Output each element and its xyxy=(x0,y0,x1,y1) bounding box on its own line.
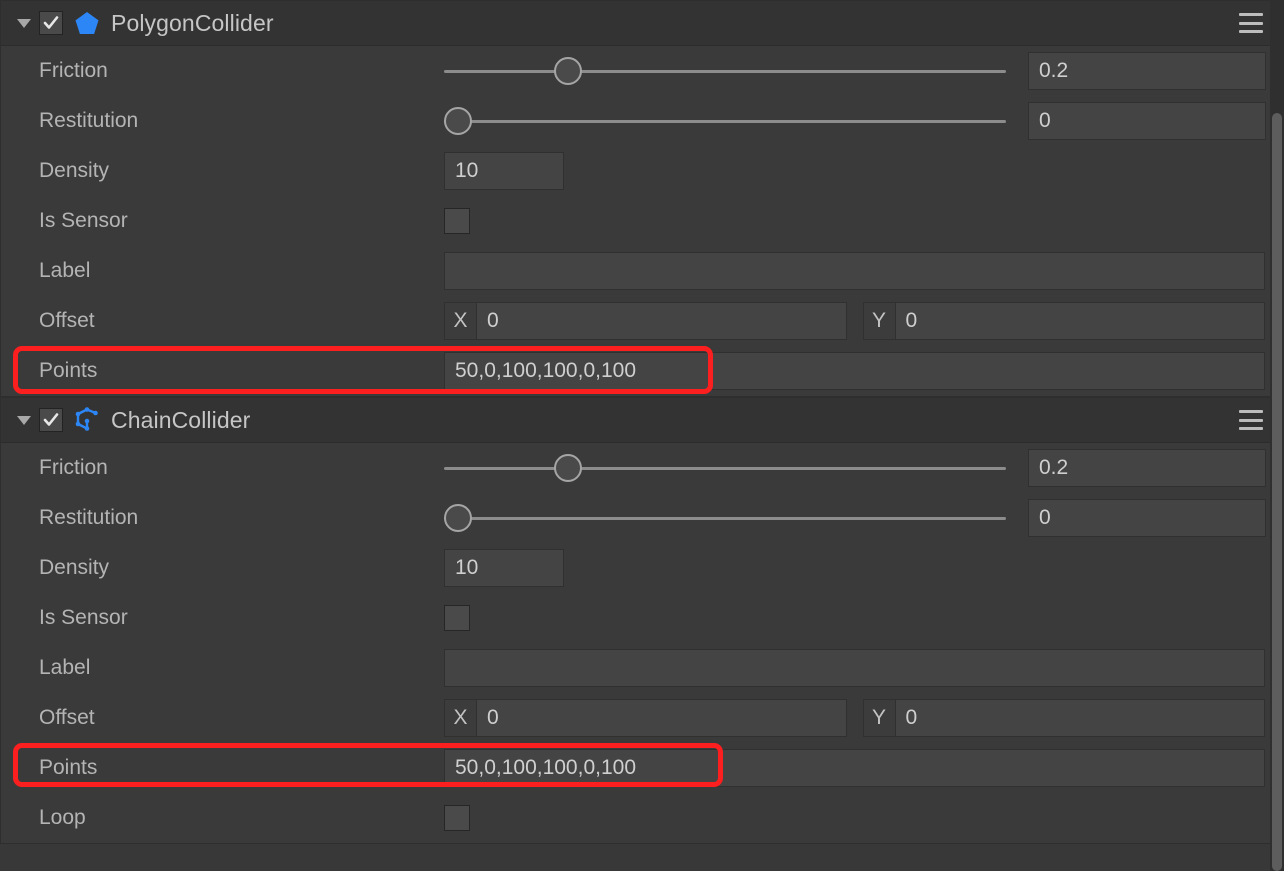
property-row-is-sensor: Is Sensor xyxy=(1,196,1283,246)
loop-checkbox[interactable] xyxy=(444,805,470,831)
offset-y-group[interactable]: Y 0 xyxy=(862,699,1265,737)
component-header-chain-collider[interactable]: ChainCollider xyxy=(1,398,1283,443)
hamburger-menu-icon[interactable] xyxy=(1239,410,1263,430)
property-row-points: Points 50,0,100,100,0,100 xyxy=(1,346,1283,396)
restitution-value-field[interactable]: 0 xyxy=(1028,102,1266,140)
property-control-friction: 0.2 xyxy=(444,443,1284,493)
property-control-is-sensor xyxy=(444,196,1283,246)
component-enabled-checkbox[interactable] xyxy=(39,408,63,432)
friction-slider[interactable] xyxy=(444,51,1006,91)
points-text-field[interactable]: 50,0,100,100,0,100 xyxy=(444,749,1265,787)
property-row-offset: Offset X 0 Y 0 xyxy=(1,693,1283,743)
property-control-offset: X 0 Y 0 xyxy=(444,296,1283,346)
friction-slider[interactable] xyxy=(444,448,1006,488)
property-label-label: Label xyxy=(39,656,91,679)
property-label-points: Points xyxy=(39,756,98,779)
property-control-loop xyxy=(444,793,1283,843)
restitution-slider[interactable] xyxy=(444,498,1006,538)
property-row-friction: Friction 0.2 xyxy=(1,46,1283,96)
inspector-panel: PolygonCollider Friction 0.2 Restitution xyxy=(0,0,1284,871)
component-chain-collider: ChainCollider Friction 0.2 Restitution 0… xyxy=(0,397,1284,844)
property-row-label: Label xyxy=(1,643,1283,693)
property-row-offset: Offset X 0 Y 0 xyxy=(1,296,1283,346)
slider-track xyxy=(444,120,1006,123)
component-title: PolygonCollider xyxy=(111,9,274,36)
property-row-is-sensor: Is Sensor xyxy=(1,593,1283,643)
offset-y-field[interactable]: 0 xyxy=(896,303,1265,339)
density-value-field[interactable]: 10 xyxy=(444,549,564,587)
friction-value-field[interactable]: 0.2 xyxy=(1028,449,1266,487)
slider-track xyxy=(444,70,1006,73)
friction-value-field[interactable]: 0.2 xyxy=(1028,52,1266,90)
chain-polyline-icon xyxy=(73,406,101,434)
points-text-field[interactable]: 50,0,100,100,0,100 xyxy=(444,352,1265,390)
property-control-points: 50,0,100,100,0,100 xyxy=(444,346,1283,396)
offset-y-group[interactable]: Y 0 xyxy=(862,302,1265,340)
component-title: ChainCollider xyxy=(111,406,251,433)
property-label-density: Density xyxy=(39,556,110,579)
slider-thumb[interactable] xyxy=(444,107,473,135)
property-row-points: Points 50,0,100,100,0,100 xyxy=(1,743,1283,793)
is-sensor-checkbox[interactable] xyxy=(444,208,470,234)
slider-thumb[interactable] xyxy=(553,57,582,85)
offset-x-group[interactable]: X 0 xyxy=(444,699,847,737)
hamburger-menu-icon[interactable] xyxy=(1239,13,1263,33)
property-row-restitution: Restitution 0 xyxy=(1,493,1283,543)
slider-track xyxy=(444,517,1006,520)
expand-collapse-triangle-icon[interactable] xyxy=(13,409,35,431)
offset-y-tag: Y xyxy=(863,700,896,736)
offset-x-tag: X xyxy=(445,303,477,339)
property-label-loop: Loop xyxy=(39,806,86,829)
property-label-friction: Friction xyxy=(39,456,108,479)
expand-collapse-triangle-icon[interactable] xyxy=(13,12,35,34)
slider-thumb[interactable] xyxy=(444,504,473,532)
slider-thumb[interactable] xyxy=(553,454,582,482)
property-label-friction: Friction xyxy=(39,59,108,82)
property-control-offset: X 0 Y 0 xyxy=(444,693,1283,743)
offset-y-tag: Y xyxy=(863,303,896,339)
vertical-scrollbar[interactable] xyxy=(1270,0,1284,871)
property-label-label: Label xyxy=(39,259,91,282)
property-label-restitution: Restitution xyxy=(39,109,139,132)
property-control-density: 10 xyxy=(444,146,1283,196)
slider-track xyxy=(444,467,1006,470)
property-row-density: Density 10 xyxy=(1,146,1283,196)
property-control-points: 50,0,100,100,0,100 xyxy=(444,743,1283,793)
offset-x-tag: X xyxy=(445,700,477,736)
property-row-friction: Friction 0.2 xyxy=(1,443,1283,493)
property-label-is-sensor: Is Sensor xyxy=(39,209,128,232)
label-text-field[interactable] xyxy=(444,649,1265,687)
property-control-restitution: 0 xyxy=(444,493,1284,543)
property-label-restitution: Restitution xyxy=(39,506,139,529)
property-control-restitution: 0 xyxy=(444,96,1284,146)
property-label-density: Density xyxy=(39,159,110,182)
component-header-polygon-collider[interactable]: PolygonCollider xyxy=(1,1,1283,46)
is-sensor-checkbox[interactable] xyxy=(444,605,470,631)
property-control-density: 10 xyxy=(444,543,1283,593)
component-polygon-collider: PolygonCollider Friction 0.2 Restitution xyxy=(0,0,1284,397)
offset-x-field[interactable]: 0 xyxy=(477,700,846,736)
restitution-value-field[interactable]: 0 xyxy=(1028,499,1266,537)
property-control-friction: 0.2 xyxy=(444,46,1284,96)
property-control-label xyxy=(444,246,1283,296)
property-row-loop: Loop xyxy=(1,793,1283,843)
offset-y-field[interactable]: 0 xyxy=(896,700,1265,736)
component-enabled-checkbox[interactable] xyxy=(39,11,63,35)
density-value-field[interactable]: 10 xyxy=(444,152,564,190)
property-control-label xyxy=(444,643,1283,693)
restitution-slider[interactable] xyxy=(444,101,1006,141)
property-row-density: Density 10 xyxy=(1,543,1283,593)
label-text-field[interactable] xyxy=(444,252,1265,290)
property-row-label: Label xyxy=(1,246,1283,296)
property-label-offset: Offset xyxy=(39,706,95,729)
property-label-offset: Offset xyxy=(39,309,95,332)
property-label-is-sensor: Is Sensor xyxy=(39,606,128,629)
offset-x-group[interactable]: X 0 xyxy=(444,302,847,340)
pentagon-icon xyxy=(73,9,101,37)
property-control-is-sensor xyxy=(444,593,1283,643)
property-label-points: Points xyxy=(39,359,98,382)
property-row-restitution: Restitution 0 xyxy=(1,96,1283,146)
scrollbar-thumb[interactable] xyxy=(1272,113,1282,871)
offset-x-field[interactable]: 0 xyxy=(477,303,846,339)
